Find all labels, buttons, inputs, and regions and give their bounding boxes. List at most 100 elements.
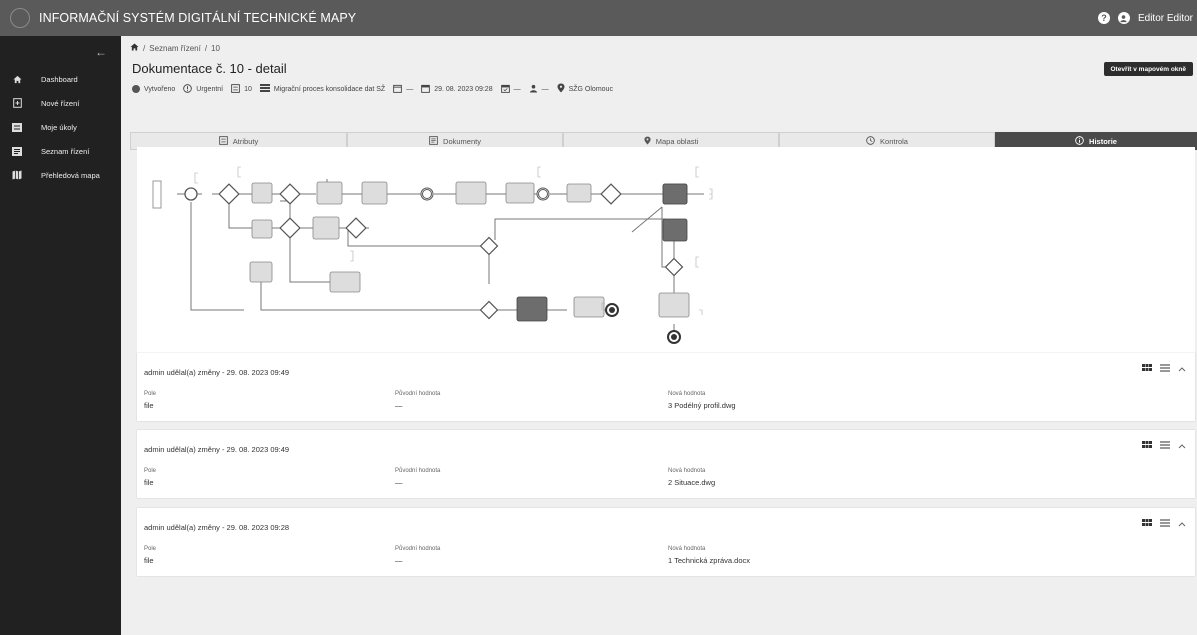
app-title: INFORMAČNÍ SYSTÉM DIGITÁLNÍ TECHNICKÉ MA…: [39, 11, 357, 25]
sidebar-item-label: Nové řízení: [41, 98, 80, 108]
collapse-sidebar-icon[interactable]: ←: [95, 45, 107, 59]
calendar-icon: [421, 84, 431, 95]
user-icon: [529, 84, 538, 95]
grid-view-icon[interactable]: [1142, 519, 1152, 530]
field-column: Pole file: [144, 468, 156, 487]
location-icon: [557, 83, 565, 95]
new-value-label: Nová hodnota: [668, 468, 706, 474]
new-value-label: Nová hodnota: [668, 391, 706, 397]
list-box-icon: [12, 146, 22, 156]
user-value: —: [541, 85, 549, 93]
list-view-icon[interactable]: [1160, 364, 1170, 375]
help-icon[interactable]: ?: [1097, 12, 1110, 24]
sidebar-item-list[interactable]: Seznam řízení: [0, 139, 121, 163]
location-text: SŽG Olomouc: [568, 85, 613, 93]
list-view-icon[interactable]: [1160, 441, 1170, 452]
grid-view-icon[interactable]: [1142, 364, 1152, 375]
bpmn-diagram: [152, 166, 713, 344]
main-content: / Seznam řízení / 10 Dokumentace č. 10 -…: [121, 36, 1197, 635]
old-value-label: Původní hodnota: [395, 546, 441, 552]
date-value: —: [406, 85, 414, 93]
tab-label: Kontrola: [880, 136, 908, 146]
chevron-up-icon[interactable]: [1178, 442, 1186, 451]
new-value: 2 Situace.dwg: [668, 478, 716, 487]
old-value: —: [395, 401, 403, 410]
old-value-column: Původní hodnota —: [395, 546, 440, 565]
user-name[interactable]: Editor Editor: [1138, 13, 1193, 24]
history-card-header: admin udělal(a) změny - 29. 08. 2023 09:…: [144, 523, 290, 532]
breadcrumb-separator: /: [204, 43, 208, 53]
history-card: admin udělal(a) změny - 29. 08. 2023 09:…: [137, 430, 1195, 498]
history-card: admin udělal(a) změny - 29. 08. 2023 09:…: [137, 353, 1195, 421]
sidebar-item-map[interactable]: Přehledová mapa: [0, 163, 121, 187]
history-card-header: admin udělal(a) změny - 29. 08. 2023 09:…: [144, 445, 290, 454]
tab-label: Dokumenty: [443, 136, 481, 146]
document-plus-icon: [12, 98, 22, 108]
status-dot-icon: [132, 85, 140, 93]
page-title: Dokumentace č. 10 - detail: [132, 61, 287, 76]
sidebar-item-dashboard[interactable]: Dashboard: [0, 67, 121, 91]
datetime-value: 29. 08. 2023 09:28: [434, 85, 493, 93]
chevron-up-icon[interactable]: [1178, 520, 1186, 529]
sidebar-item-label: Moje úkoly: [41, 122, 77, 132]
new-value-column: Nová hodnota 1 Technická zpráva.docx: [668, 546, 750, 565]
breadcrumb: / Seznam řízení / 10: [130, 43, 220, 53]
process-diagram: [137, 147, 1195, 369]
field-label: Pole: [144, 546, 157, 552]
field-value: file: [144, 556, 154, 565]
tab-label: Historie: [1089, 136, 1117, 146]
new-value: 1 Technická zpráva.docx: [668, 556, 750, 565]
chevron-up-icon[interactable]: [1178, 365, 1186, 374]
task-list-icon: [12, 122, 22, 132]
top-bar: INFORMAČNÍ SYSTÉM DIGITÁLNÍ TECHNICKÉ MA…: [0, 0, 1197, 36]
breadcrumb-separator: /: [143, 43, 146, 53]
map-icon: [12, 170, 22, 180]
history-card-header: admin udělal(a) změny - 29. 08. 2023 09:…: [144, 368, 290, 377]
tab-label: Atributy: [232, 136, 259, 146]
old-value: —: [395, 556, 403, 565]
app-logo: [10, 8, 30, 28]
info-icon: [1075, 135, 1084, 147]
sidebar-item-my-tasks[interactable]: Moje úkoly: [0, 115, 121, 139]
breadcrumb-current: 10: [211, 43, 220, 53]
home-icon: [12, 74, 22, 84]
list-icon: [218, 135, 228, 147]
field-label: Pole: [144, 468, 157, 474]
field-column: Pole file: [144, 546, 156, 565]
sidebar-item-label: Přehledová mapa: [41, 170, 100, 180]
open-in-map-button[interactable]: Otevřít v mapovém okně: [1103, 62, 1193, 76]
sidebar-item-label: Seznam řízení: [41, 146, 90, 156]
user-avatar-icon[interactable]: [1117, 12, 1130, 24]
detail-meta-row: Vytvořeno Urgentní 10 Migrační proces ko…: [132, 83, 613, 95]
old-value-label: Původní hodnota: [395, 468, 441, 474]
field-column: Pole file: [144, 391, 156, 410]
old-value: —: [395, 478, 403, 487]
deadline-value: —: [513, 85, 521, 93]
deadline-icon: [500, 84, 510, 95]
map-marker-icon: [644, 136, 651, 147]
grid-view-icon[interactable]: [1142, 441, 1152, 452]
clock-icon: [866, 135, 875, 147]
sidebar-item-label: Dashboard: [41, 74, 78, 84]
tab-label: Mapa oblasti: [655, 136, 699, 146]
status-text: Vytvořeno: [144, 85, 176, 93]
home-icon[interactable]: [130, 43, 139, 53]
field-value: file: [144, 478, 154, 487]
breadcrumb-link-list[interactable]: Seznam řízení: [149, 44, 201, 53]
new-value-column: Nová hodnota 3 Podélný profil.dwg: [668, 391, 736, 410]
priority-icon: [183, 83, 193, 95]
priority-text: Urgentní: [196, 85, 224, 93]
sidebar-item-new[interactable]: Nové řízení: [0, 91, 121, 115]
history-card: admin udělal(a) změny - 29. 08. 2023 09:…: [137, 508, 1195, 576]
process-icon: [259, 84, 270, 94]
sidebar: ← Dashboard Nové řízení Moje úkoly Sezna…: [0, 36, 121, 635]
date-icon: [393, 84, 403, 95]
process-text: Migrační proces konsolidace dat SŽ: [273, 85, 386, 93]
list-view-icon[interactable]: [1160, 519, 1170, 530]
new-value: 3 Podélný profil.dwg: [668, 401, 736, 410]
new-value-label: Nová hodnota: [668, 546, 706, 552]
new-value-column: Nová hodnota 2 Situace.dwg: [668, 468, 715, 487]
old-value-label: Původní hodnota: [395, 391, 441, 397]
field-value: file: [144, 401, 154, 410]
number-text: 10: [244, 85, 252, 93]
